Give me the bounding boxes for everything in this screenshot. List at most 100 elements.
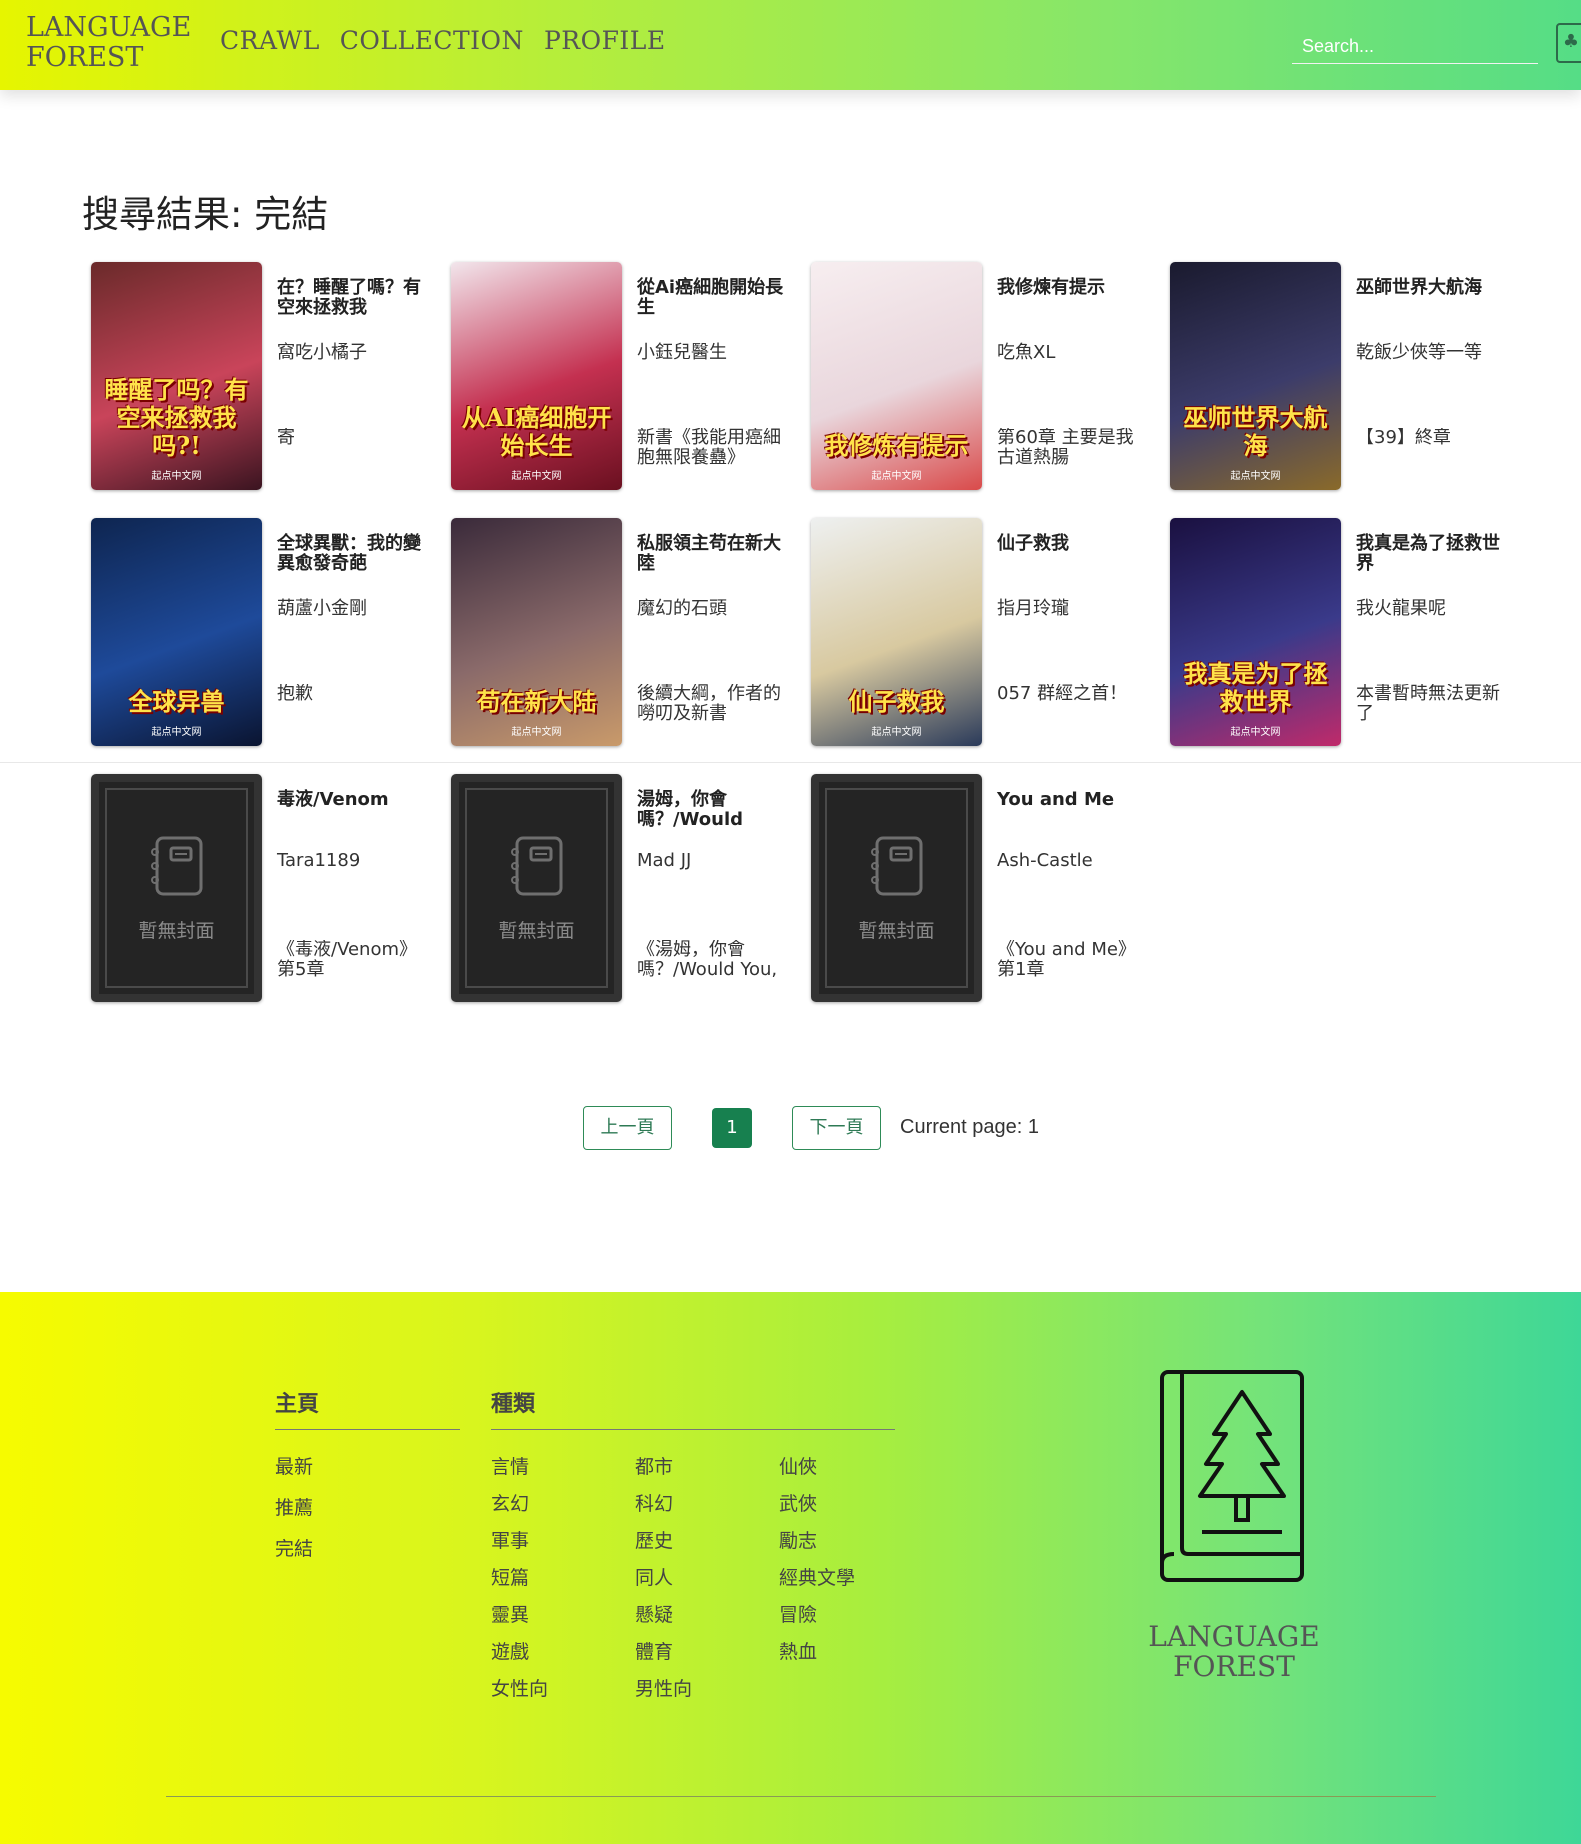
footer-genre-link[interactable]: 仙俠 — [779, 1452, 817, 1479]
current-page-indicator[interactable]: 1 — [712, 1108, 752, 1148]
book-chapter: 後續大綱，作者的嘮叨及新書 — [637, 684, 781, 724]
book-author: Mad JJ — [637, 850, 692, 871]
book-author: 魔幻的石頭 — [637, 598, 727, 619]
book-title[interactable]: 我修煉有提示 — [997, 278, 1147, 298]
book-author: 葫蘆小金剛 — [277, 598, 367, 619]
current-page-label: Current page: 1 — [900, 1116, 1039, 1138]
book-card[interactable]: 暫無封面 湯姆，你會嗎？/Would Mad JJ 《湯姆，你會嗎？/Would Yo… — [451, 774, 791, 1004]
book-author: Ash-Castle — [997, 850, 1093, 871]
footer-genre-link[interactable]: 短篇 — [491, 1563, 529, 1590]
cover-publisher: 起点中文网 — [871, 727, 922, 738]
book-card[interactable]: 暫無封面 毒液/Venom Tara1189 《毒液/Venom》第5章 — [91, 774, 431, 1004]
footer-logo-line2: FOREST — [1173, 1650, 1295, 1683]
footer-link-completed[interactable]: 完結 — [275, 1534, 313, 1561]
book-cover-image[interactable]: 巫师世界大航海起点中文网 — [1170, 262, 1341, 490]
book-card[interactable]: 我真是为了拯救世界 起点中文网 我真是為了拯救世界 我火龍果呢 本書暫時無法更新了 — [1170, 518, 1510, 748]
footer-genre-link[interactable]: 言情 — [491, 1452, 529, 1479]
book-title[interactable]: 私服領主苟在新大陸 — [637, 534, 787, 574]
book-author: Tara1189 — [277, 850, 361, 871]
search-input[interactable] — [1292, 30, 1538, 64]
cover-art-title: 巫师世界大航海 — [1183, 403, 1328, 460]
cover-art-title: 仙子救我 — [848, 687, 945, 716]
book-author: 小鈺兒醫生 — [637, 342, 727, 363]
book-title[interactable]: 巫師世界大航海 — [1356, 278, 1506, 298]
footer-genre-link[interactable]: 女性向 — [491, 1674, 548, 1701]
footer-bottom-rule — [166, 1796, 1436, 1797]
footer-home-rule — [275, 1429, 460, 1430]
footer-genre-link[interactable]: 遊戲 — [491, 1637, 529, 1664]
footer-genre-link[interactable]: 勵志 — [779, 1526, 817, 1553]
notebook-icon — [870, 836, 922, 896]
footer-link-recommended[interactable]: 推薦 — [275, 1493, 313, 1520]
book-title[interactable]: 我真是為了拯救世界 — [1356, 534, 1506, 574]
book-cover-image[interactable]: 苟在新大陆起点中文网 — [451, 518, 622, 746]
no-cover-label: 暫無封面 — [498, 920, 575, 942]
footer-genre-link[interactable]: 體育 — [635, 1637, 673, 1664]
book-cover-image[interactable]: 我修炼有提示 起点中文网 — [811, 262, 982, 490]
book-title[interactable]: You and Me — [997, 790, 1147, 810]
book-cover-placeholder[interactable]: 暫無封面 — [451, 774, 622, 1002]
prev-page-button[interactable]: 上一頁 — [583, 1106, 672, 1150]
no-cover-label: 暫無封面 — [858, 920, 935, 942]
book-card[interactable]: 暫無封面 You and Me Ash-Castle 《You and Me》第1章 — [811, 774, 1151, 1004]
book-card[interactable]: 从AI癌细胞开始长生 起点中文网 從Ai癌細胞開始長生 小鈺兒醫生 新書《我能用癌細胞無… — [451, 262, 791, 492]
footer-logo-text: LANGUAGE FOREST — [1134, 1622, 1334, 1682]
site-footer: 主頁 最新 推薦 完結 種類 言情 玄幻 軍事 短篇 靈異 遊戲 女性向 都市 科幻 歷史 同人 懸疑… — [0, 1292, 1581, 1844]
book-cover-image[interactable]: 我真是为了拯救世界起点中文网 — [1170, 518, 1341, 746]
site-logo[interactable]: LANGUAGE FOREST — [26, 13, 191, 73]
cover-art-title: 我真是为了拯救世界 — [1183, 659, 1328, 716]
footer-genre-link[interactable]: 熱血 — [779, 1637, 817, 1664]
nav-collection[interactable]: COLLECTION — [340, 26, 524, 55]
book-chapter: 《湯姆，你會嗎？/Would You, — [637, 940, 778, 980]
book-card[interactable]: 睡醒了吗？有空来拯救我吗?! 起点中文网 在？睡醒了嗎？有空來拯救我窩吃小橘子寄 — [91, 262, 431, 492]
page-title: 搜尋結果: 完結 — [82, 193, 329, 236]
book-chapter: 本書暫時無法更新了 — [1356, 684, 1500, 724]
nav-profile[interactable]: PROFILE — [544, 26, 666, 55]
book-icon[interactable]: ♣ — [1556, 23, 1581, 63]
book-title[interactable]: 毒液/Venom — [277, 790, 427, 810]
footer-link-latest[interactable]: 最新 — [275, 1452, 313, 1479]
book-cover-placeholder[interactable]: 暫無封面 — [91, 774, 262, 1002]
book-title[interactable]: 全球異獸：我的變異愈發奇葩 — [277, 534, 427, 574]
book-chapter: 寄 — [277, 428, 295, 448]
book-cover-placeholder[interactable]: 暫無封面 — [811, 774, 982, 1002]
footer-genre-link[interactable]: 軍事 — [491, 1526, 529, 1553]
book-cover-image[interactable]: 仙子救我 起点中文网 — [811, 518, 982, 746]
book-title[interactable]: 在？睡醒了嗎？有空來拯救我 — [277, 278, 427, 318]
cover-publisher: 起点中文网 — [1230, 727, 1281, 738]
book-chapter: 《You and Me》第1章 — [997, 940, 1136, 980]
footer-genre-link[interactable]: 玄幻 — [491, 1489, 529, 1516]
book-title[interactable]: 從Ai癌細胞開始長生 — [637, 278, 787, 318]
book-author: 窩吃小橘子 — [277, 342, 367, 363]
nav-crawl[interactable]: CRAWL — [220, 26, 320, 55]
book-cover-image[interactable]: 从AI癌细胞开始长生 起点中文网 — [451, 262, 622, 490]
footer-genre-link[interactable]: 靈異 — [491, 1600, 529, 1627]
next-page-button[interactable]: 下一頁 — [792, 1106, 881, 1150]
cover-publisher: 起点中文网 — [511, 727, 562, 738]
footer-genre-link[interactable]: 武俠 — [779, 1489, 817, 1516]
book-card[interactable]: 仙子救我 起点中文网 仙子救我 指月玲瓏 057 群經之首！ — [811, 518, 1151, 748]
book-cover-image[interactable]: 睡醒了吗？有空来拯救我吗?! 起点中文网 — [91, 262, 262, 490]
book-author: 我火龍果呢 — [1356, 598, 1446, 619]
footer-logo-line1: LANGUAGE — [1148, 1620, 1320, 1653]
footer-genre-link[interactable]: 歷史 — [635, 1526, 673, 1553]
footer-genre-link[interactable]: 男性向 — [635, 1674, 692, 1701]
book-card[interactable]: 全球异兽 起点中文网 全球異獸：我的變異愈發奇葩葫蘆小金剛抱歉 — [91, 518, 431, 748]
footer-genre-link[interactable]: 同人 — [635, 1563, 673, 1590]
book-card[interactable]: 巫师世界大航海 起点中文网 巫師世界大航海 乾飯少俠等一等 【39】終章 — [1170, 262, 1510, 492]
book-card[interactable]: 苟在新大陆 起点中文网 私服領主苟在新大陸 魔幻的石頭 後續大綱，作者的嘮叨及新書 — [451, 518, 791, 748]
book-author: 指月玲瓏 — [997, 598, 1069, 619]
footer-genre-link[interactable]: 冒險 — [779, 1600, 817, 1627]
book-cover-image[interactable]: 全球异兽 起点中文网 — [91, 518, 262, 746]
book-card[interactable]: 我修炼有提示 起点中文网 我修煉有提示 吃魚XL 第60章 主要是我古道熱腸 — [811, 262, 1151, 492]
cover-art-title: 苟在新大陆 — [476, 687, 597, 716]
book-title[interactable]: 湯姆，你會嗎？/Would — [637, 790, 787, 830]
book-title[interactable]: 仙子救我 — [997, 534, 1147, 554]
top-navbar: LANGUAGE FOREST CRAWL COLLECTION PROFILE… — [0, 0, 1581, 90]
cover-publisher: 起点中文网 — [1230, 471, 1281, 482]
footer-genre-link[interactable]: 經典文學 — [779, 1563, 855, 1590]
book-chapter: 抱歉 — [277, 684, 313, 704]
footer-genre-link[interactable]: 懸疑 — [635, 1600, 673, 1627]
footer-genre-link[interactable]: 都市 — [635, 1452, 673, 1479]
footer-genre-link[interactable]: 科幻 — [635, 1489, 673, 1516]
